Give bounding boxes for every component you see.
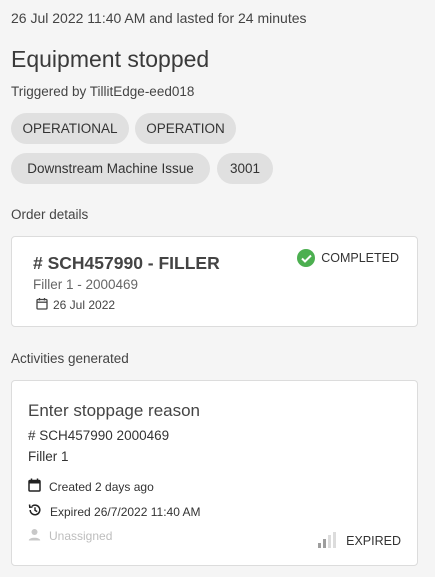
assignee-text: Unassigned (49, 529, 113, 543)
check-circle-icon (297, 249, 316, 267)
expired-text: Expired 26/7/2022 11:40 AM (50, 504, 201, 519)
created-row: Created 2 days ago (28, 478, 154, 495)
signal-bars-icon (318, 532, 337, 548)
page-title: Equipment stopped (11, 46, 210, 72)
status-badge: COMPLETED (297, 249, 399, 267)
order-date-text: 26 Jul 2022 (53, 298, 116, 312)
expired-row: Expired 26/7/2022 11:40 AM (28, 503, 201, 520)
tag-chip[interactable]: OPERATIONAL (11, 113, 129, 144)
triggered-by: Triggered by TillitEdge-eed018 (11, 84, 195, 99)
status-text: COMPLETED (321, 251, 399, 265)
history-icon (28, 503, 42, 520)
person-icon (28, 528, 41, 544)
activities-label: Activities generated (11, 351, 129, 366)
activity-card[interactable]: Enter stoppage reason # SCH457990 200046… (11, 380, 418, 566)
calendar-icon (28, 478, 41, 495)
order-subtitle: Filler 1 - 2000469 (33, 277, 139, 292)
activity-machine: Filler 1 (28, 449, 69, 464)
activity-title: Enter stoppage reason (28, 401, 201, 420)
order-details-label: Order details (11, 207, 89, 222)
activity-order: # SCH457990 2000469 (28, 428, 170, 443)
assignee-row[interactable]: Unassigned (28, 528, 112, 544)
created-text: Created 2 days ago (49, 479, 154, 494)
tag-chip[interactable]: 3001 (217, 153, 273, 184)
order-date: 26 Jul 2022 (36, 297, 115, 313)
activity-status-text: EXPIRED (346, 534, 401, 548)
tag-chip[interactable]: Downstream Machine Issue (11, 153, 210, 184)
order-title: # SCH457990 - FILLER (33, 253, 220, 273)
tag-chip[interactable]: OPERATION (135, 113, 236, 144)
event-subtitle: 26 Jul 2022 11:40 AM and lasted for 24 m… (11, 10, 307, 26)
activity-status: EXPIRED (318, 532, 401, 548)
calendar-icon (36, 297, 48, 313)
order-card[interactable]: # SCH457990 - FILLER Filler 1 - 2000469 … (11, 236, 418, 327)
